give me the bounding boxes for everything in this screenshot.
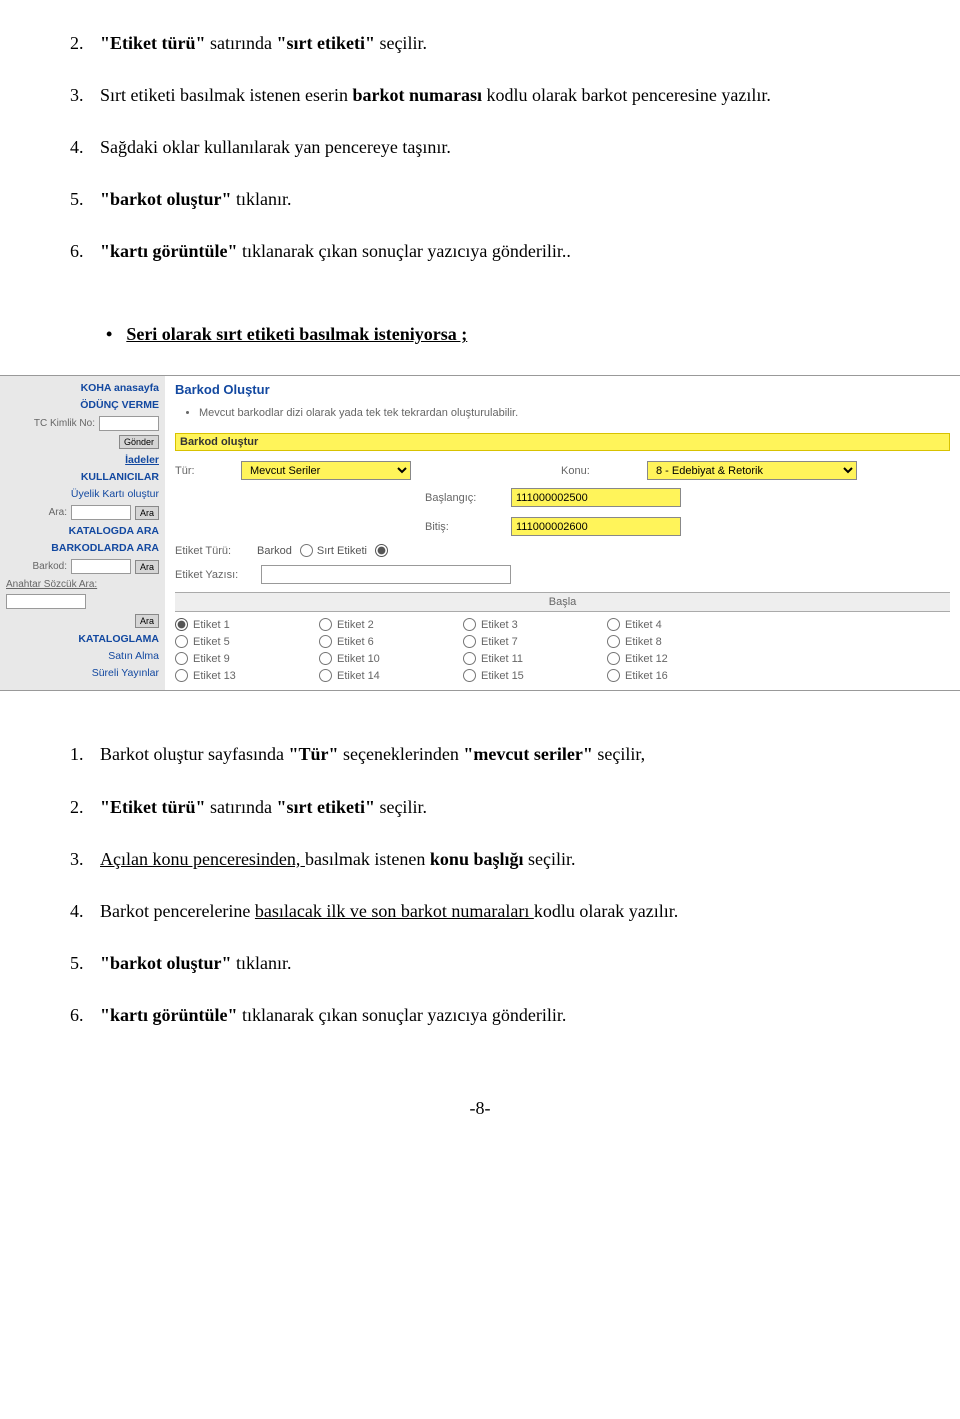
konu-label: Konu:: [561, 465, 641, 477]
ara-input[interactable]: [71, 505, 131, 520]
sidebar: KOHA anasayfa ÖDÜNÇ VERME TC Kimlik No: …: [0, 376, 165, 690]
section-bar: Barkod oluştur: [175, 433, 950, 451]
list-item: 2."Etiket türü" satırında "sırt etiketi"…: [70, 30, 890, 56]
etiket-yazisi-label: Etiket Yazısı:: [175, 569, 255, 581]
list-item: 1.Barkot oluştur sayfasında "Tür" seçene…: [70, 741, 890, 767]
link-iadeler[interactable]: İadeler: [6, 454, 159, 466]
etiket-option[interactable]: Etiket 5: [175, 635, 305, 648]
link-uyelik-karti[interactable]: Üyelik Kartı oluştur: [6, 488, 159, 500]
etiket-grid: Etiket 1 Etiket 2 Etiket 3 Etiket 4 Etiket 5…: [175, 618, 950, 682]
anahtar-input[interactable]: [6, 594, 86, 609]
gonder-button[interactable]: Gönder: [119, 435, 159, 449]
anahtar-label: Anahtar Sözcük Ara:: [6, 579, 97, 590]
tur-label: Tür:: [175, 465, 235, 477]
list-item: 4.Sağdaki oklar kullanılarak yan pencere…: [70, 134, 890, 160]
etiket-option[interactable]: Etiket 3: [463, 618, 593, 631]
etiket-option[interactable]: Etiket 2: [319, 618, 449, 631]
bitis-input[interactable]: [511, 517, 681, 536]
opt-sirt-label: Sırt Etiketi: [317, 545, 367, 557]
etiket-option[interactable]: Etiket 15: [463, 669, 593, 682]
etiket-option[interactable]: Etiket 14: [319, 669, 449, 682]
baslangic-input[interactable]: [511, 488, 681, 507]
note-text: Mevcut barkodlar dizi olarak yada tek te…: [199, 407, 950, 419]
opt-sirt-radio[interactable]: [375, 544, 388, 557]
anahtar-ara-button[interactable]: Ara: [135, 614, 159, 628]
link-kullanicilar[interactable]: KULLANICILAR: [6, 471, 159, 483]
etiket-option[interactable]: Etiket 4: [607, 618, 737, 631]
list-item: 4.Barkot pencerelerine basılacak ilk ve …: [70, 898, 890, 924]
link-satin-alma[interactable]: Satın Alma: [6, 650, 159, 662]
basla-bar[interactable]: Başla: [175, 592, 950, 612]
konu-select[interactable]: 8 - Edebiyat & Retorik: [647, 461, 857, 480]
main-panel: Barkod Oluştur Mevcut barkodlar dizi ola…: [165, 376, 960, 690]
list-item: 3.Sırt etiketi basılmak istenen eserin b…: [70, 82, 890, 108]
page-number: -8-: [70, 1098, 890, 1119]
etiket-option[interactable]: Etiket 6: [319, 635, 449, 648]
opt-barkod-radio[interactable]: [300, 544, 313, 557]
list-item: 5."barkot oluştur" tıklanır.: [70, 186, 890, 212]
tur-select[interactable]: Mevcut Seriler: [241, 461, 411, 480]
barkod-input[interactable]: [71, 559, 131, 574]
tc-label: TC Kimlik No:: [34, 418, 95, 429]
etiket-option[interactable]: Etiket 9: [175, 652, 305, 665]
link-barkod-ara[interactable]: BARKODLARDA ARA: [6, 542, 159, 554]
ara-label: Ara:: [49, 507, 67, 518]
barkod-label: Barkod:: [33, 561, 67, 572]
list-item: 3.Açılan konu penceresinden, basılmak is…: [70, 846, 890, 872]
section-bullet: Seri olarak sırt etiketi basılmak isteni…: [106, 324, 890, 345]
list-item: 6."kartı görüntüle" tıklanarak çıkan son…: [70, 238, 890, 264]
link-odunc[interactable]: ÖDÜNÇ VERME: [6, 399, 159, 411]
etiket-option[interactable]: Etiket 7: [463, 635, 593, 648]
list-item: 5."barkot oluştur" tıklanır.: [70, 950, 890, 976]
bottom-list: 1.Barkot oluştur sayfasında "Tür" seçene…: [70, 741, 890, 1028]
link-kataloglama[interactable]: KATALOGLAMA: [6, 633, 159, 645]
etiket-option[interactable]: Etiket 1: [175, 618, 305, 631]
list-item: 6."kartı görüntüle" tıklanarak çıkan son…: [70, 1002, 890, 1028]
opt-barkod-label: Barkod: [257, 545, 292, 557]
bitis-label: Bitiş:: [425, 521, 505, 533]
top-list: 2."Etiket türü" satırında "sırt etiketi"…: [70, 30, 890, 264]
tc-input[interactable]: [99, 416, 159, 431]
etiket-option[interactable]: Etiket 8: [607, 635, 737, 648]
etiket-turu-label: Etiket Türü:: [175, 545, 255, 557]
main-title: Barkod Oluştur: [175, 382, 950, 397]
etiket-option[interactable]: Etiket 11: [463, 652, 593, 665]
baslangic-label: Başlangıç:: [425, 492, 505, 504]
link-katalog-ara[interactable]: KATALOGDA ARA: [6, 525, 159, 537]
etiket-yazisi-input[interactable]: [261, 565, 511, 584]
ara-button[interactable]: Ara: [135, 506, 159, 520]
etiket-option[interactable]: Etiket 13: [175, 669, 305, 682]
list-item: 2."Etiket türü" satırında "sırt etiketi"…: [70, 794, 890, 820]
barkod-ara-button[interactable]: Ara: [135, 560, 159, 574]
link-sureli[interactable]: Süreli Yayınlar: [6, 667, 159, 679]
link-koha-home[interactable]: KOHA anasayfa: [6, 382, 159, 394]
etiket-option[interactable]: Etiket 16: [607, 669, 737, 682]
etiket-option[interactable]: Etiket 12: [607, 652, 737, 665]
screenshot-embed: KOHA anasayfa ÖDÜNÇ VERME TC Kimlik No: …: [0, 375, 960, 691]
etiket-option[interactable]: Etiket 10: [319, 652, 449, 665]
